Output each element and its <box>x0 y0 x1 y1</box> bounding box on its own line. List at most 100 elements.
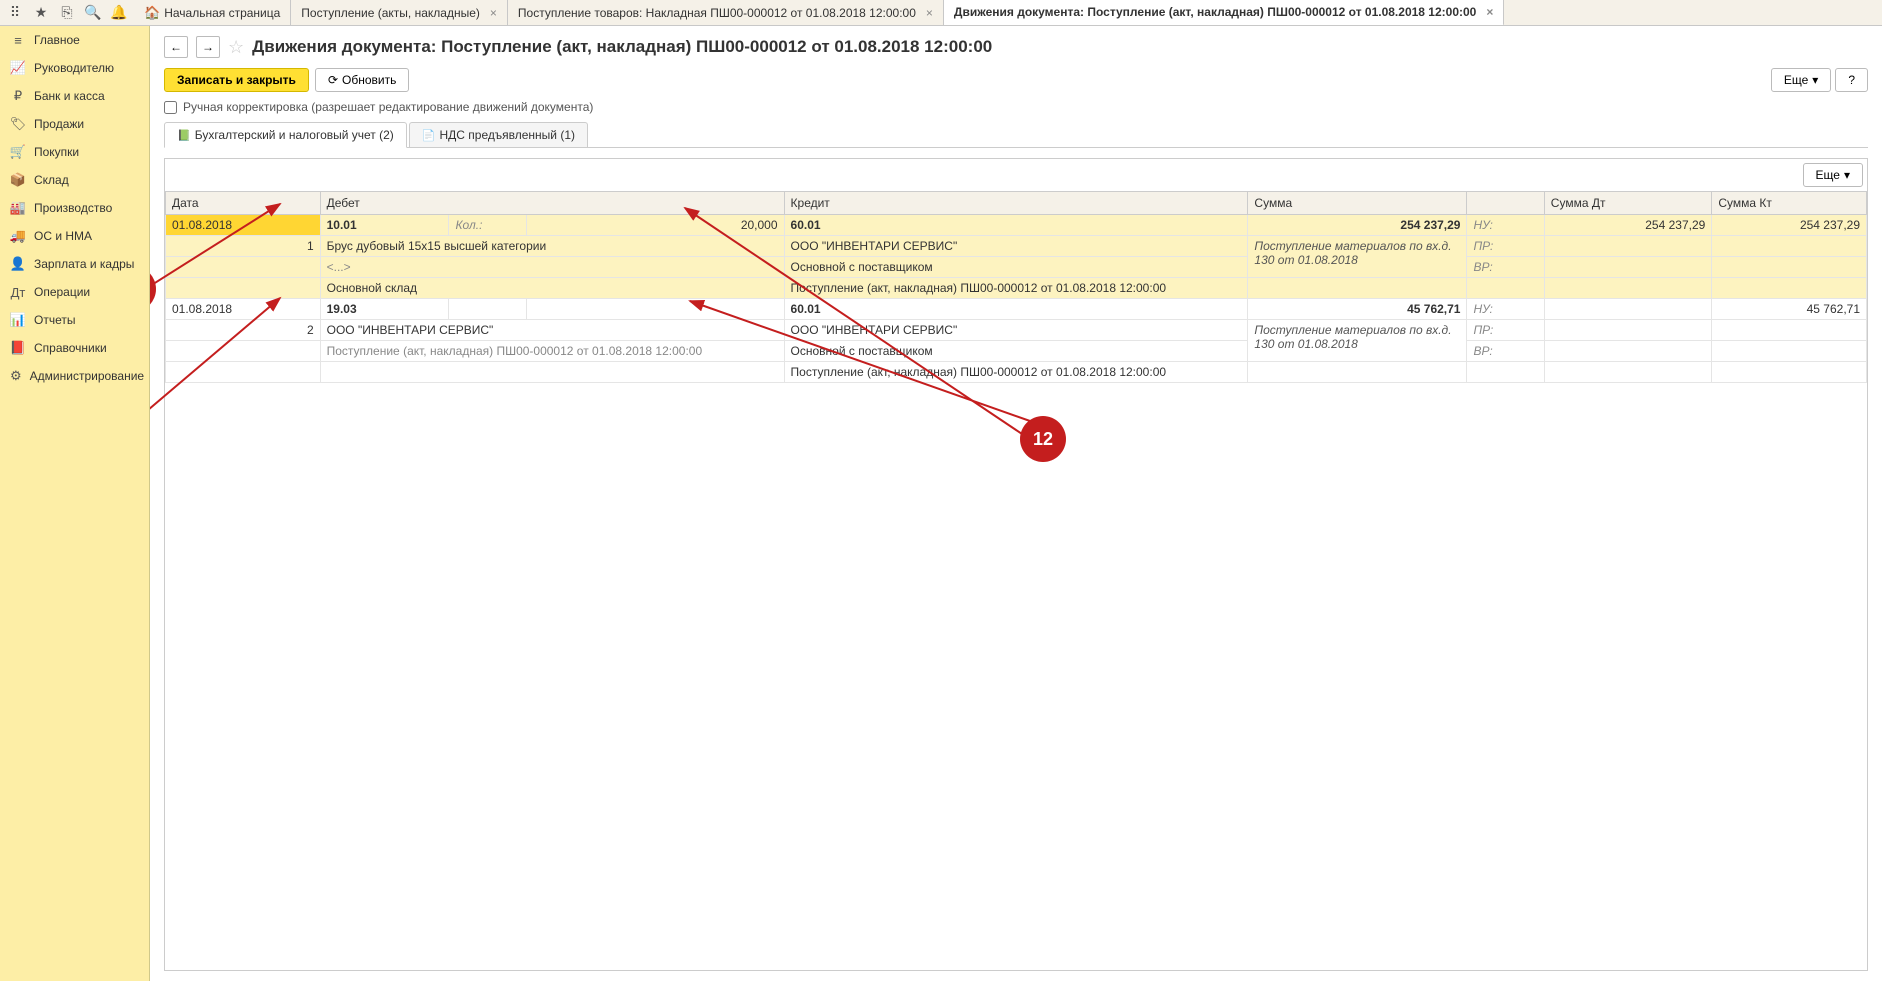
cell-vr: ВР: <box>1467 257 1544 278</box>
cell-num: 2 <box>166 320 321 341</box>
table-row[interactable]: 01.08.201810.01Кол.:20,00060.01254 237,2… <box>166 215 1867 236</box>
cell-nu: НУ: <box>1467 215 1544 236</box>
sidebar-label: Главное <box>34 33 80 47</box>
forward-button[interactable]: → <box>196 36 220 58</box>
table-more-button[interactable]: Еще ▾ <box>1803 163 1863 187</box>
sidebar-icon: 📕 <box>10 340 26 356</box>
tab-label: Начальная страница <box>164 6 280 20</box>
sidebar-icon: ≡ <box>10 32 26 48</box>
cell-pr: ПР: <box>1467 320 1544 341</box>
doc-tab-label: НДС предъявленный (1) <box>440 128 575 142</box>
sidebar-item[interactable]: ≡ Главное <box>0 26 149 54</box>
table-row[interactable]: 01.08.201819.0360.0145 762,71НУ:45 762,7… <box>166 299 1867 320</box>
cell-qty-label <box>449 299 526 320</box>
table-row[interactable]: Поступление (акт, накладная) ПШ00-000012… <box>166 362 1867 383</box>
doc-tab-icon: 📗 <box>177 129 191 142</box>
sidebar-icon: 📊 <box>10 312 26 328</box>
manual-edit-label: Ручная корректировка (разрешает редактир… <box>183 100 593 114</box>
cell-desc: Поступление материалов по вх.д. 130 от 0… <box>1248 236 1467 278</box>
sidebar-item[interactable]: ДтОперации <box>0 278 149 306</box>
annotation-10: 10 <box>150 266 156 312</box>
col-empty <box>1467 192 1544 215</box>
refresh-button[interactable]: ⟳Обновить <box>315 68 409 92</box>
sidebar-label: Зарплата и кадры <box>34 257 134 271</box>
col-sumkt[interactable]: Сумма Кт <box>1712 192 1867 215</box>
cell-num: 1 <box>166 236 321 257</box>
sidebar-label: Операции <box>34 285 90 299</box>
doc-tab-label: Бухгалтерский и налоговый учет (2) <box>195 128 394 142</box>
sidebar-item[interactable]: 📈Руководителю <box>0 54 149 82</box>
sidebar-item[interactable]: 🏷Продажи <box>0 110 149 138</box>
back-button[interactable]: ← <box>164 36 188 58</box>
cell-debit-acc: 19.03 <box>320 299 449 320</box>
table-row[interactable]: Поступление (акт, накладная) ПШ00-000012… <box>166 341 1867 362</box>
cell-nu: НУ: <box>1467 299 1544 320</box>
nav-tab[interactable]: Поступление товаров: Накладная ПШ00-0000… <box>508 0 944 25</box>
sidebar-icon: 🛒 <box>10 144 26 160</box>
sidebar-label: Производство <box>34 201 112 215</box>
close-icon[interactable]: × <box>490 6 497 20</box>
table-row[interactable]: 1Брус дубовый 15х15 высшей категорииООО … <box>166 236 1867 257</box>
nav-tab[interactable]: Движения документа: Поступление (акт, на… <box>944 0 1504 25</box>
more-button[interactable]: Еще ▾ <box>1771 68 1831 92</box>
grid-icon[interactable]: ⠿ <box>6 4 24 22</box>
sidebar-item[interactable]: ₽Банк и касса <box>0 82 149 110</box>
help-button[interactable]: ? <box>1835 68 1868 92</box>
cell-desc: Поступление материалов по вх.д. 130 от 0… <box>1248 320 1467 362</box>
cell-credit-l4: Поступление (акт, накладная) ПШ00-000012… <box>784 362 1248 383</box>
doc-tab[interactable]: 📗 Бухгалтерский и налоговый учет (2) <box>164 122 407 148</box>
cell-qty: 20,000 <box>526 215 784 236</box>
cell-credit-acc: 60.01 <box>784 299 1248 320</box>
top-nav: ⠿ ★ ⎘ 🔍 🔔 🏠 Начальная страница Поступление… <box>0 0 1882 26</box>
star-icon[interactable]: ★ <box>32 4 50 22</box>
close-icon[interactable]: × <box>1486 5 1493 19</box>
table-row[interactable]: 2ООО "ИНВЕНТАРИ СЕРВИС"ООО "ИНВЕНТАРИ СЕ… <box>166 320 1867 341</box>
table-row[interactable]: Основной складПоступление (акт, накладна… <box>166 278 1867 299</box>
nav-tab[interactable]: 🏠 Начальная страница <box>134 0 291 25</box>
clip-icon[interactable]: ⎘ <box>58 4 76 22</box>
sidebar-label: Склад <box>34 173 69 187</box>
cell-sumkt: 45 762,71 <box>1712 299 1867 320</box>
home-icon: 🏠 <box>144 5 160 21</box>
top-icon-bar: ⠿ ★ ⎘ 🔍 🔔 <box>0 0 134 25</box>
sidebar-item[interactable]: 📦 Склад <box>0 166 149 194</box>
favorite-icon[interactable]: ☆ <box>228 37 244 58</box>
sidebar-label: Справочники <box>34 341 107 355</box>
sidebar-item[interactable]: 📕 Справочники <box>0 334 149 362</box>
tab-label: Поступление товаров: Накладная ПШ00-0000… <box>518 6 916 20</box>
save-close-button[interactable]: Записать и закрыть <box>164 68 309 92</box>
entries-table: Дата Дебет Кредит Сумма Сумма Дт Сумма К… <box>165 191 1867 383</box>
manual-edit-checkbox[interactable] <box>164 101 177 114</box>
sidebar-icon: 🏭 <box>10 200 26 216</box>
bell-icon[interactable]: 🔔 <box>110 4 128 22</box>
sidebar-icon: 📦 <box>10 172 26 188</box>
sidebar-item[interactable]: 🏭 Производство <box>0 194 149 222</box>
cell-debit-l3: Поступление (акт, накладная) ПШ00-000012… <box>320 341 784 362</box>
sidebar-item[interactable]: ⚙Администрирование <box>0 362 149 390</box>
col-credit[interactable]: Кредит <box>784 192 1248 215</box>
cell-sum: 254 237,29 <box>1248 215 1467 236</box>
sidebar-label: Руководителю <box>34 61 114 75</box>
sidebar-item[interactable]: 🛒Покупки <box>0 138 149 166</box>
cell-qty-label: Кол.: <box>449 215 526 236</box>
search-icon[interactable]: 🔍 <box>84 4 102 22</box>
sidebar-item[interactable]: 👤Зарплата и кадры <box>0 250 149 278</box>
cell-credit-l3: Основной с поставщиком <box>784 257 1248 278</box>
col-sum[interactable]: Сумма <box>1248 192 1467 215</box>
nav-tab[interactable]: Поступление (акты, накладные)× <box>291 0 508 25</box>
doc-tab[interactable]: 📄 НДС предъявленный (1) <box>409 122 588 147</box>
sidebar-icon: 🚚 <box>10 228 26 244</box>
col-sumdt[interactable]: Сумма Дт <box>1544 192 1712 215</box>
table-row[interactable]: <...>Основной с поставщикомВР: <box>166 257 1867 278</box>
sidebar-label: Администрирование <box>30 369 144 383</box>
sidebar-item[interactable]: 🚚ОС и НМА <box>0 222 149 250</box>
close-icon[interactable]: × <box>926 6 933 20</box>
cell-qty <box>526 299 784 320</box>
col-debit[interactable]: Дебет <box>320 192 784 215</box>
sidebar-item[interactable]: 📊Отчеты <box>0 306 149 334</box>
cell-debit-l4 <box>320 362 784 383</box>
doc-tab-icon: 📄 <box>422 129 436 142</box>
sidebar-label: Банк и касса <box>34 89 105 103</box>
cell-debit-l2: Брус дубовый 15х15 высшей категории <box>320 236 784 257</box>
col-date[interactable]: Дата <box>166 192 321 215</box>
